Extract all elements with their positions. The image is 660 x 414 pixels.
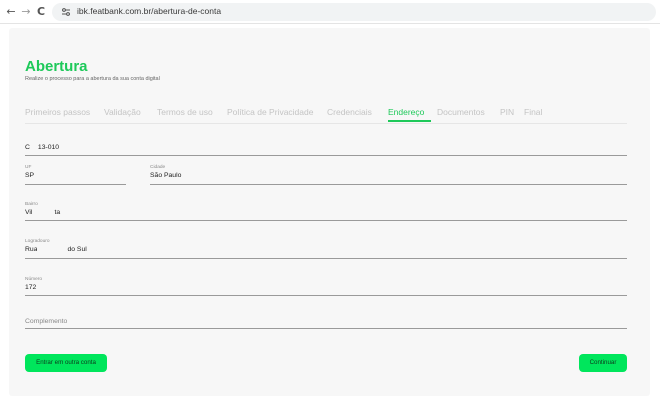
tab-credenciais[interactable]: Credenciais bbox=[327, 107, 372, 117]
uf-label: UF bbox=[25, 165, 32, 170]
site-settings-icon[interactable] bbox=[61, 7, 71, 17]
url-text[interactable]: ibk.featbank.com.br/abertura-de-conta bbox=[77, 6, 221, 16]
tab-endereco[interactable]: Endereço bbox=[388, 107, 424, 117]
page-title: Abertura bbox=[25, 58, 88, 75]
cidade-field[interactable]: Cidade São Paulo bbox=[150, 165, 627, 185]
logradouro-underline bbox=[25, 258, 627, 259]
account-opening-card: Abertura Realize o processo para a abert… bbox=[9, 28, 650, 396]
uf-underline bbox=[25, 184, 126, 185]
forward-icon[interactable]: → bbox=[18, 4, 34, 20]
complemento-placeholder[interactable]: Complemento bbox=[25, 318, 67, 325]
numero-field[interactable]: Número 172 bbox=[25, 277, 627, 297]
cep-underline bbox=[25, 155, 627, 156]
tab-politica-de-privacidade[interactable]: Política de Privacidade bbox=[227, 107, 313, 117]
numero-label: Número bbox=[25, 277, 43, 282]
tab-pin[interactable]: PIN bbox=[500, 107, 514, 117]
continue-button[interactable]: Continuar bbox=[579, 354, 627, 372]
logradouro-value[interactable]: Rua do Sul bbox=[25, 246, 87, 253]
bairro-field[interactable]: Bairro Vil ta bbox=[25, 202, 627, 222]
tab-termos-de-uso[interactable]: Termos de uso bbox=[157, 107, 213, 117]
logradouro-field[interactable]: Logradouro Rua do Sul bbox=[25, 239, 627, 259]
enter-other-account-button[interactable]: Entrar em outra conta bbox=[25, 354, 107, 372]
address-bar[interactable]: ibk.featbank.com.br/abertura-de-conta bbox=[52, 3, 656, 21]
tabs-divider bbox=[25, 123, 627, 124]
logradouro-label: Logradouro bbox=[25, 239, 50, 244]
tab-primeiros-passos[interactable]: Primeiros passos bbox=[25, 107, 90, 117]
tab-final[interactable]: Final bbox=[524, 107, 542, 117]
bairro-value[interactable]: Vil ta bbox=[25, 209, 60, 216]
uf-field[interactable]: UF SP bbox=[25, 165, 126, 185]
complemento-field[interactable]: Complemento bbox=[25, 316, 627, 330]
page-subtitle: Realize o processo para a abertura da su… bbox=[25, 76, 160, 82]
back-icon[interactable]: ← bbox=[3, 4, 19, 20]
cidade-underline bbox=[150, 184, 627, 185]
bairro-label: Bairro bbox=[25, 202, 38, 207]
uf-value[interactable]: SP bbox=[25, 172, 34, 179]
numero-value[interactable]: 172 bbox=[25, 284, 36, 291]
cep-value[interactable]: C 13-010 bbox=[25, 144, 59, 151]
active-tab-indicator bbox=[388, 120, 431, 122]
numero-underline bbox=[25, 295, 627, 296]
tab-validacao[interactable]: Validação bbox=[104, 107, 141, 117]
complemento-underline bbox=[25, 328, 627, 329]
browser-toolbar: ← → C ibk.featbank.com.br/abertura-de-co… bbox=[0, 0, 660, 24]
cidade-label: Cidade bbox=[150, 165, 166, 170]
cep-field[interactable]: C 13-010 bbox=[25, 142, 627, 158]
tab-documentos[interactable]: Documentos bbox=[437, 107, 485, 117]
cidade-value[interactable]: São Paulo bbox=[150, 172, 181, 179]
bairro-underline bbox=[25, 220, 627, 221]
reload-icon[interactable]: C bbox=[33, 4, 49, 20]
